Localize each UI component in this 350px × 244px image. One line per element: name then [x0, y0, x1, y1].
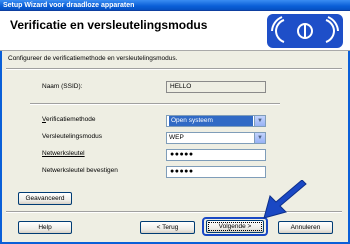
window-title-bar[interactable]: Setup Wizard voor draadloze apparaten — [0, 0, 350, 11]
chevron-down-icon[interactable]: ▼ — [254, 116, 265, 126]
divider — [30, 103, 280, 105]
network-key-confirm-input[interactable]: ●●●●● — [166, 166, 266, 178]
auth-method-label: Verificatiemethode — [42, 116, 96, 123]
page-title: Verificatie en versleutelingsmodus — [10, 18, 208, 32]
wizard-header: Verificatie en versleutelingsmodus — [0, 11, 350, 51]
instruction-text: Configureer de verificatiemethode en ver… — [8, 55, 178, 62]
help-button[interactable]: Help — [18, 221, 72, 234]
wireless-logo-icon — [267, 14, 343, 48]
ssid-field: HELLO — [166, 81, 266, 93]
pointer-arrow-icon — [263, 180, 307, 219]
auth-method-label-text: erificatiemethode — [45, 116, 96, 123]
encryption-mode-value: WEP — [169, 134, 184, 141]
encryption-mode-label: Versleutelingsmodus — [42, 133, 102, 140]
cancel-button[interactable]: Annuleren — [278, 221, 333, 234]
chevron-down-icon[interactable]: ▼ — [254, 133, 265, 143]
encryption-mode-select[interactable]: WEP ▼ — [166, 132, 266, 144]
divider — [6, 68, 342, 70]
back-button[interactable]: < Terug — [140, 221, 195, 234]
auth-method-select[interactable]: Open systeem ▼ — [166, 115, 266, 127]
auth-method-value: Open systeem — [169, 116, 253, 126]
network-key-confirm-label: Netwerksleutel bevestigen — [42, 167, 118, 174]
ssid-label: Naam (SSID): — [42, 83, 83, 90]
network-key-label: Netwerksleutel — [42, 150, 85, 157]
next-button[interactable]: Volgende > — [206, 220, 264, 233]
advanced-button[interactable]: Geavanceerd — [18, 192, 72, 205]
network-key-input[interactable]: ●●●●● — [166, 149, 266, 161]
